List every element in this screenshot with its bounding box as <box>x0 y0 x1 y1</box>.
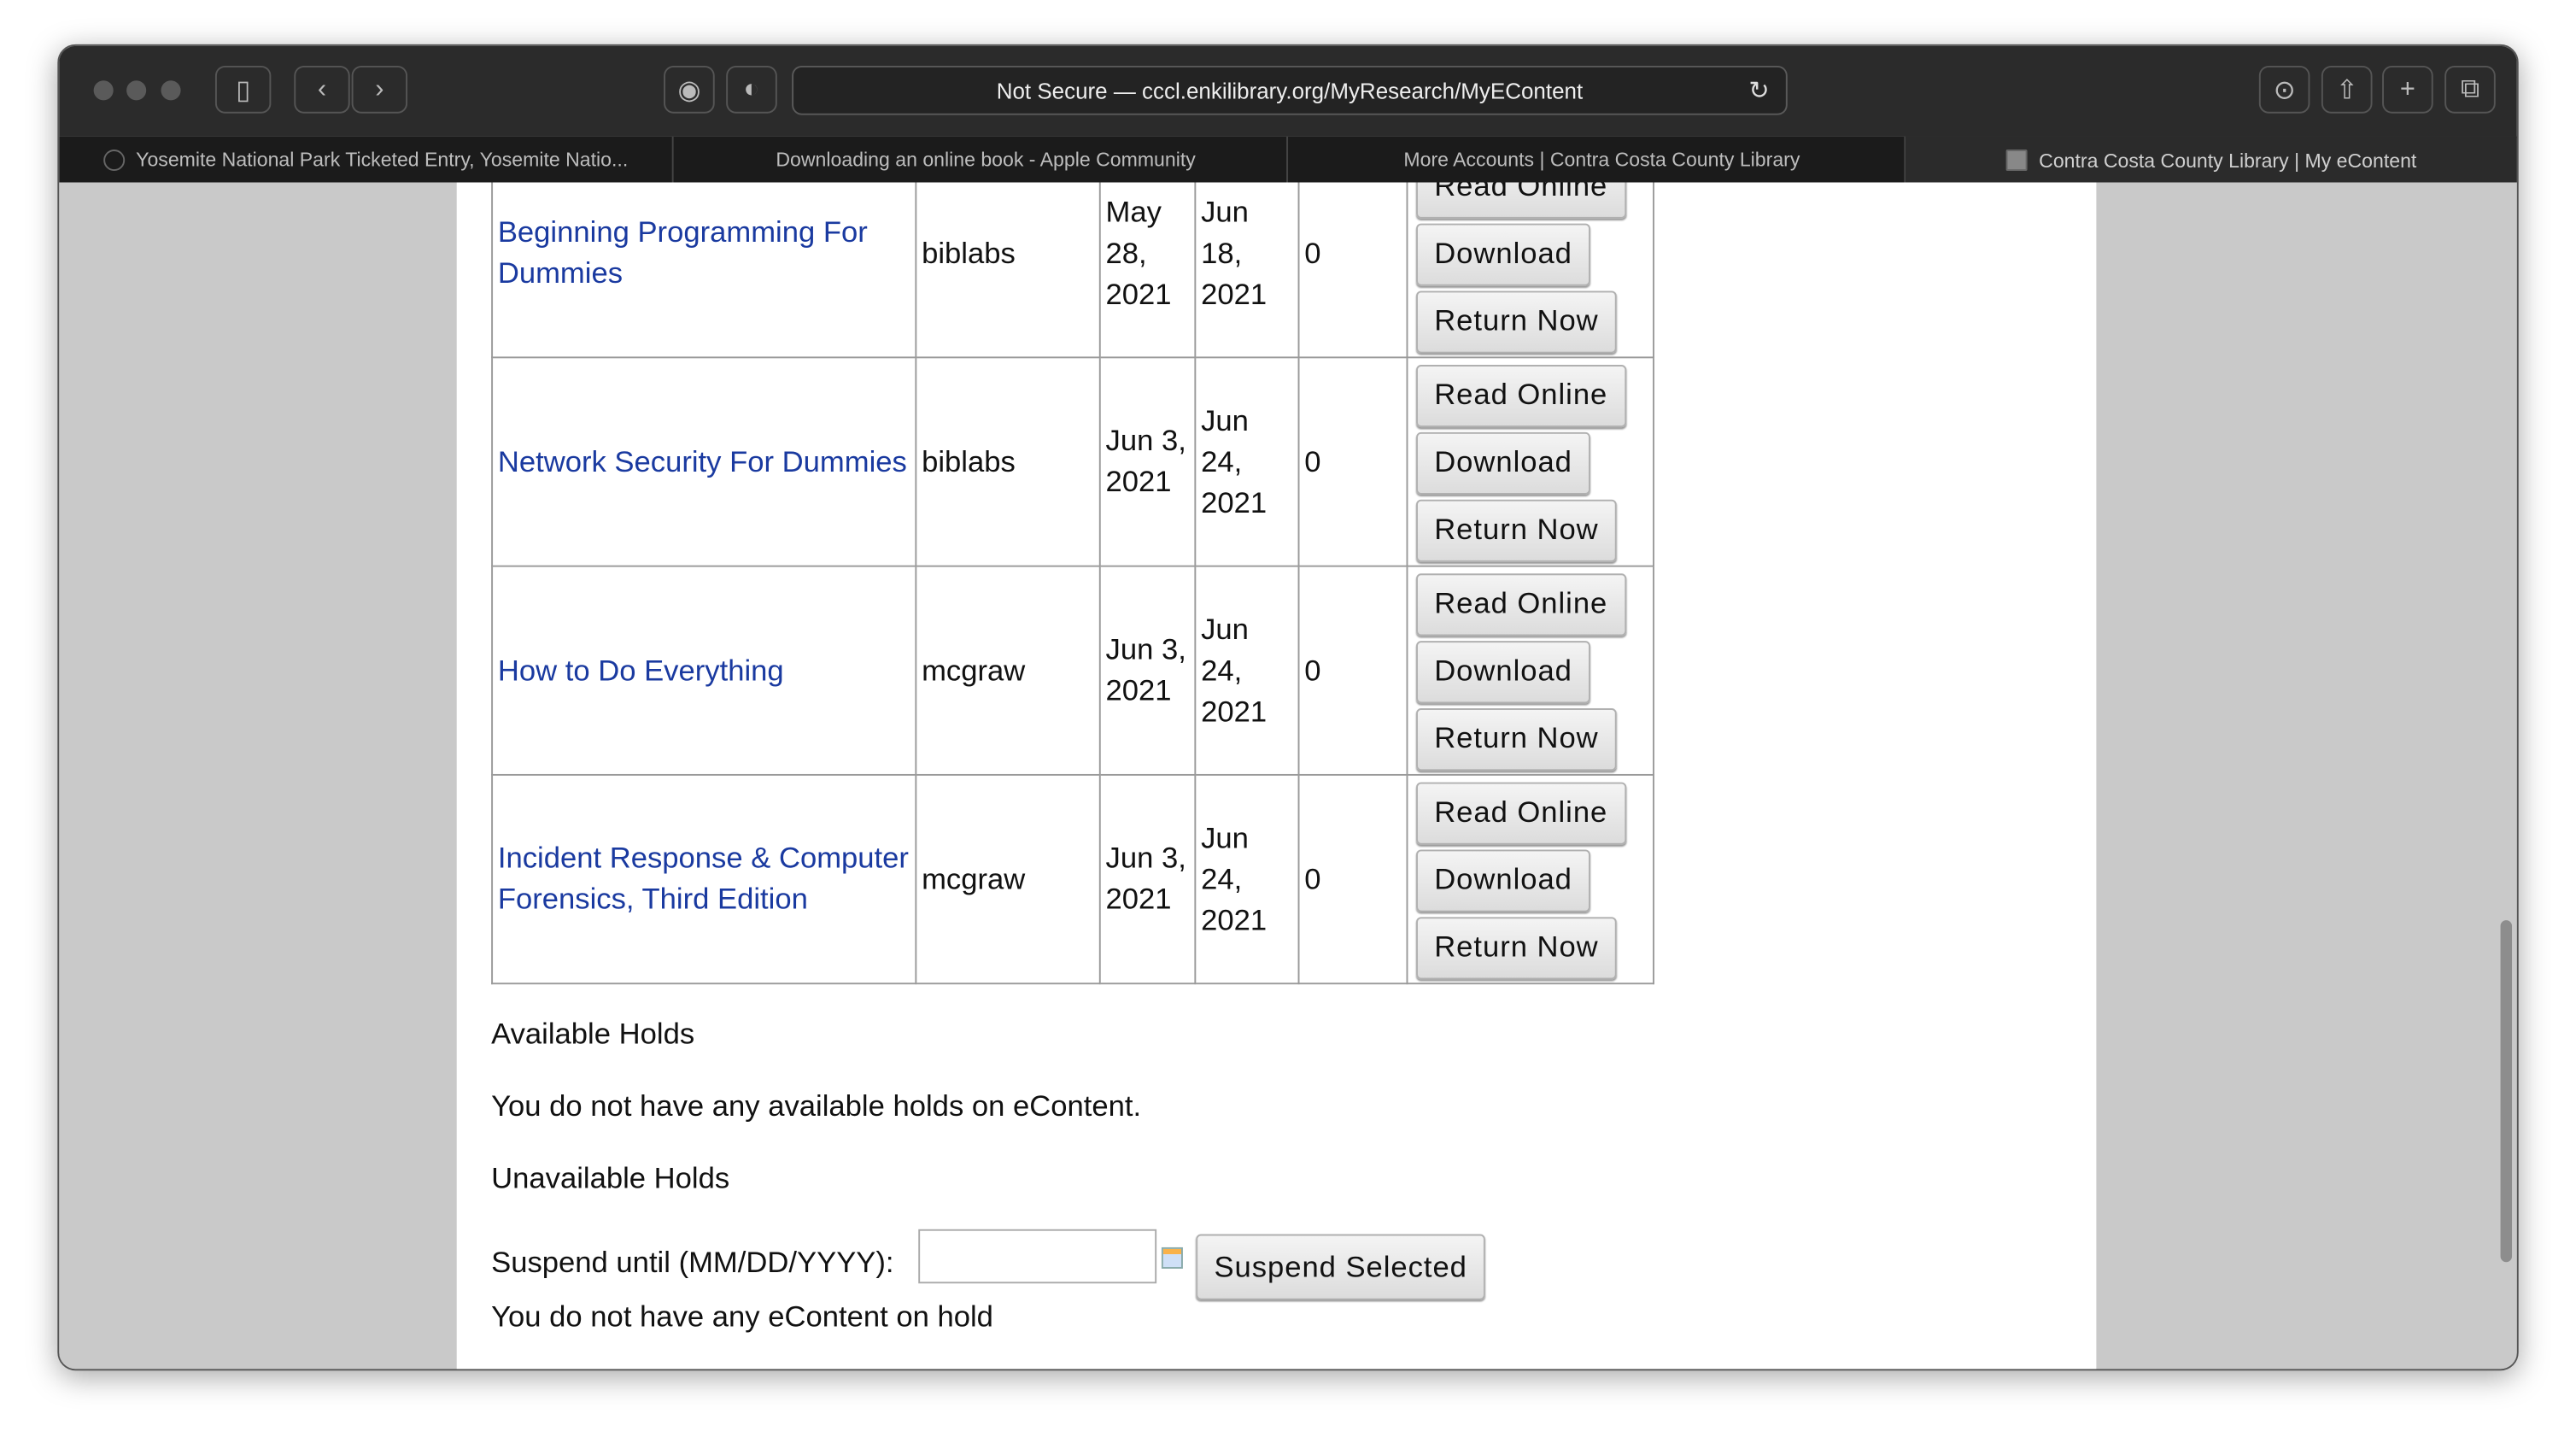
count-cell: 0 <box>1297 356 1408 567</box>
count-cell: 0 <box>1297 773 1408 985</box>
privacy-shield-icon[interactable]: ◐ <box>726 65 777 114</box>
download-button[interactable]: Download <box>1416 431 1591 495</box>
due-date-cell: Jun 18, 2021 <box>1194 182 1300 359</box>
source-cell: biblabs <box>915 182 1101 359</box>
source-cell: biblabs <box>915 356 1101 567</box>
count-cell: 0 <box>1297 182 1408 359</box>
unavailable-holds-heading: Unavailable Holds <box>491 1161 730 1195</box>
tab-more-accounts[interactable]: More Accounts | Contra Costa County Libr… <box>1288 136 1906 183</box>
tab-bar: Yosemite National Park Ticketed Entry, Y… <box>59 136 2517 183</box>
actions-cell: Read Online Download Return Now <box>1406 182 1654 359</box>
extension-icon[interactable]: ◉ <box>664 65 715 114</box>
browser-toolbar: ▯ ‹ › ◉ ◐ Not Secure — cccl.enkilibrary.… <box>59 45 2517 137</box>
download-button[interactable]: Download <box>1416 640 1591 703</box>
return-now-button[interactable]: Return Now <box>1416 290 1617 353</box>
forward-icon[interactable]: › <box>351 65 408 114</box>
tab-label: Yosemite National Park Ticketed Entry, Y… <box>136 148 629 172</box>
read-online-button[interactable]: Read Online <box>1416 182 1626 218</box>
checked-out-table: Beginning Programming For Dummies biblab… <box>491 182 1654 985</box>
calendar-icon[interactable] <box>1161 1246 1183 1269</box>
back-icon[interactable]: ‹ <box>294 65 350 114</box>
checkout-row: Beginning Programming For Dummies biblab… <box>491 182 1654 359</box>
checkout-date-cell: Jun 3, 2021 <box>1098 773 1197 985</box>
available-holds-heading: Available Holds <box>491 1017 695 1051</box>
actions-cell: Read Online Download Return Now <box>1406 356 1654 567</box>
tab-label: More Accounts | Contra Costa County Libr… <box>1403 148 1800 172</box>
tab-label: Downloading an online book - Apple Commu… <box>776 148 1196 172</box>
source-cell: mcgraw <box>915 773 1101 985</box>
return-now-button[interactable]: Return Now <box>1416 498 1617 561</box>
checkout-date-cell: Jun 3, 2021 <box>1098 356 1197 567</box>
suspend-date-input[interactable] <box>918 1229 1157 1284</box>
address-bar[interactable]: Not Secure — cccl.enkilibrary.org/MyRese… <box>792 65 1788 115</box>
read-online-button[interactable]: Read Online <box>1416 781 1626 844</box>
due-date-cell: Jun 24, 2021 <box>1194 356 1300 567</box>
checkout-date-cell: Jun 3, 2021 <box>1098 565 1197 776</box>
sidebar-toggle-icon[interactable]: ▯ <box>214 65 272 114</box>
title-cell: Beginning Programming For Dummies <box>491 182 917 359</box>
tab-label: Contra Costa County Library | My eConten… <box>2039 149 2417 173</box>
library-logo-icon <box>2005 150 2028 172</box>
share-icon[interactable]: ⇧ <box>2321 65 2373 114</box>
count-cell: 0 <box>1297 565 1408 776</box>
scrollbar-thumb[interactable] <box>2500 920 2513 1263</box>
close-window-button[interactable] <box>93 80 114 101</box>
actions-cell: Read Online Download Return Now <box>1406 773 1654 985</box>
browser-window: ▯ ‹ › ◉ ◐ Not Secure — cccl.enkilibrary.… <box>57 44 2519 1371</box>
tab-overview-icon[interactable]: ⧉ <box>2444 65 2496 114</box>
read-online-button[interactable]: Read Online <box>1416 364 1626 427</box>
read-online-button[interactable]: Read Online <box>1416 572 1626 636</box>
due-date-cell: Jun 24, 2021 <box>1194 565 1300 776</box>
download-button[interactable]: Download <box>1416 848 1591 912</box>
checkout-row: How to Do Everything mcgraw Jun 3, 2021 … <box>491 565 1654 776</box>
url-text: Not Secure — cccl.enkilibrary.org/MyRese… <box>996 78 1584 103</box>
actions-cell: Read Online Download Return Now <box>1406 565 1654 776</box>
favicon-icon <box>102 149 125 171</box>
checkout-date-cell: May 28, 2021 <box>1098 182 1197 359</box>
download-button[interactable]: Download <box>1416 222 1591 285</box>
source-cell: mcgraw <box>915 565 1101 776</box>
new-tab-icon[interactable]: + <box>2382 65 2433 114</box>
title-link[interactable]: Beginning Programming For Dummies <box>498 215 868 290</box>
title-cell: Network Security For Dummies <box>491 356 917 567</box>
tab-apple-community[interactable]: Downloading an online book - Apple Commu… <box>674 136 1289 183</box>
suspend-label: Suspend until (MM/DD/YYYY): <box>491 1246 894 1279</box>
return-now-button[interactable]: Return Now <box>1416 707 1617 771</box>
zoom-window-button[interactable] <box>161 80 181 101</box>
title-cell: Incident Response & Computer Forensics, … <box>491 773 917 985</box>
tab-my-econtent[interactable]: Contra Costa County Library | My eConten… <box>1906 136 2517 183</box>
return-now-button[interactable]: Return Now <box>1416 916 1617 979</box>
page-viewport: Beginning Programming For Dummies biblab… <box>59 182 2517 1370</box>
due-date-cell: Jun 24, 2021 <box>1194 773 1300 985</box>
title-link[interactable]: How to Do Everything <box>498 654 784 686</box>
reload-icon[interactable]: ↻ <box>1748 75 1769 105</box>
checkout-row: Network Security For Dummies biblabs Jun… <box>491 356 1654 567</box>
checkout-row: Incident Response & Computer Forensics, … <box>491 773 1654 985</box>
title-cell: How to Do Everything <box>491 565 917 776</box>
page-content: Beginning Programming For Dummies biblab… <box>456 182 2097 1370</box>
title-link[interactable]: Network Security For Dummies <box>498 444 907 477</box>
title-link[interactable]: Incident Response & Computer Forensics, … <box>498 842 909 916</box>
tab-yosemite[interactable]: Yosemite National Park Ticketed Entry, Y… <box>59 136 674 183</box>
available-holds-message: You do not have any available holds on e… <box>491 1089 1142 1123</box>
no-holds-message: You do not have any eContent on hold <box>491 1299 993 1333</box>
suspend-selected-button[interactable]: Suspend Selected <box>1196 1234 1486 1300</box>
minimize-window-button[interactable] <box>126 80 147 101</box>
downloads-icon[interactable]: ⊙ <box>2258 65 2310 114</box>
